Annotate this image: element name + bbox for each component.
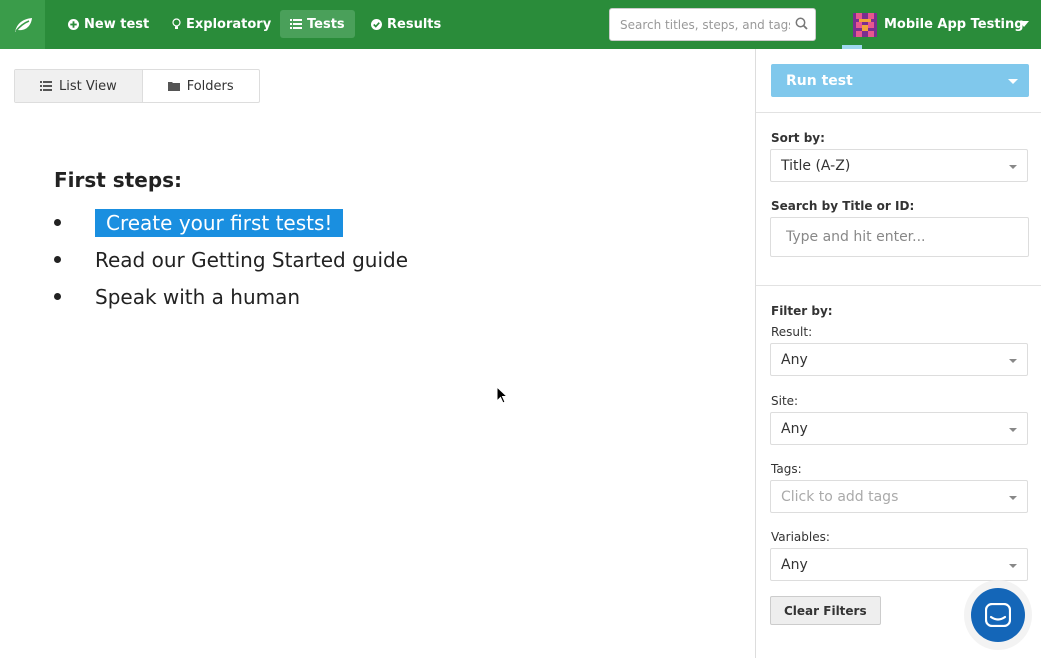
nav-new-test-label: New test: [84, 16, 150, 32]
nav-tests-label: Tests: [307, 16, 345, 32]
list-item: Create your first tests!: [54, 204, 408, 241]
app-logo[interactable]: [0, 0, 45, 49]
list-view-button[interactable]: List View: [15, 70, 142, 102]
chat-icon: [985, 603, 1011, 627]
list-icon: [290, 19, 302, 29]
global-search-input[interactable]: [610, 9, 790, 40]
variables-value: Any: [781, 556, 808, 573]
plus-circle-icon: [68, 18, 79, 30]
folder-icon: [167, 82, 180, 91]
filter-sidebar: Run test Sort by: Title (A-Z) Search by …: [755, 49, 1041, 658]
getting-started-link[interactable]: Read our Getting Started guide: [95, 248, 408, 272]
tags-placeholder: Click to add tags: [781, 488, 899, 505]
tags-label: Tags:: [771, 462, 802, 476]
list-view-label: List View: [59, 78, 117, 94]
list-item: Speak with a human: [54, 278, 408, 315]
create-first-tests-link[interactable]: Create your first tests!: [95, 208, 344, 237]
nav-results-label: Results: [387, 16, 442, 32]
chevron-down-icon: [1009, 359, 1017, 363]
check-circle-icon: [371, 18, 382, 30]
mouse-cursor-icon: [496, 386, 508, 404]
result-select[interactable]: Any: [770, 343, 1028, 376]
project-name: Mobile App Testing: [884, 17, 1024, 32]
tags-select[interactable]: Click to add tags: [770, 480, 1028, 513]
global-search[interactable]: [609, 8, 816, 41]
run-test-button[interactable]: Run test: [771, 64, 1029, 97]
list-icon: [40, 81, 52, 91]
nav-exploratory[interactable]: Exploratory: [162, 10, 281, 38]
chevron-down-icon: [1009, 165, 1017, 169]
variables-select[interactable]: Any: [770, 548, 1028, 581]
project-avatar: [853, 12, 877, 37]
leaf-icon: [14, 17, 32, 32]
filter-by-label: Filter by:: [771, 304, 833, 318]
result-value: Any: [781, 351, 808, 368]
result-label: Result:: [771, 325, 813, 339]
first-steps-list: Create your first tests! Read our Gettin…: [54, 204, 408, 315]
list-item: Read our Getting Started guide: [54, 241, 408, 278]
view-toggle: List View Folders: [14, 69, 260, 103]
search-by-title-field[interactable]: [770, 217, 1029, 257]
top-navbar: New test Exploratory Tests Results Searc…: [0, 0, 1041, 49]
run-test-label: Run test: [786, 72, 853, 89]
folders-label: Folders: [186, 78, 234, 94]
project-switcher[interactable]: Mobile App Testing: [842, 0, 1041, 49]
chevron-down-icon: [1009, 564, 1017, 568]
nav-tests[interactable]: Tests: [280, 10, 355, 38]
chevron-down-icon[interactable]: [1019, 21, 1029, 27]
first-steps-title: First steps:: [54, 168, 183, 192]
nav-exploratory-label: Exploratory: [186, 16, 272, 32]
sort-select[interactable]: Title (A-Z): [770, 149, 1028, 182]
speak-with-human-link[interactable]: Speak with a human: [95, 285, 300, 309]
search-by-title-label: Search by Title or ID:: [771, 199, 915, 213]
nav-results[interactable]: Results: [361, 10, 451, 38]
lightbulb-icon: [172, 18, 181, 29]
site-label: Site:: [771, 394, 799, 408]
divider: [756, 285, 1041, 286]
variables-label: Variables:: [771, 530, 830, 544]
chevron-down-icon: [1009, 496, 1017, 500]
clear-filters-label: Clear Filters: [784, 603, 867, 618]
folders-button[interactable]: Folders: [141, 70, 259, 102]
chat-launcher-button[interactable]: [971, 588, 1025, 642]
chevron-down-icon: [1009, 428, 1017, 432]
nav-new-test[interactable]: New test: [58, 10, 159, 38]
search-by-title-input[interactable]: [771, 218, 1028, 256]
chevron-down-icon[interactable]: [1008, 79, 1018, 84]
sort-label: Sort by:: [771, 131, 825, 145]
site-value: Any: [781, 420, 808, 437]
search-icon[interactable]: [795, 17, 808, 30]
clear-filters-button[interactable]: Clear Filters: [770, 596, 881, 625]
divider: [756, 112, 1041, 113]
sort-value: Title (A-Z): [781, 157, 851, 174]
site-select[interactable]: Any: [770, 412, 1028, 445]
